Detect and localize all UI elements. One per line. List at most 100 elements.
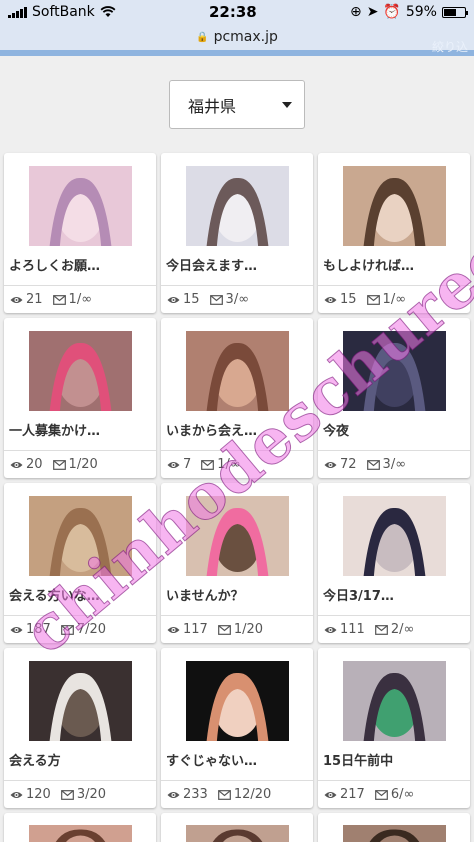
board-card[interactable]: もしよければ… 15 1/∞ — [318, 153, 470, 313]
profile-photo[interactable] — [343, 166, 446, 246]
view-count: 120 — [10, 787, 51, 802]
eye-icon — [167, 461, 180, 468]
profile-photo[interactable] — [186, 825, 289, 842]
mail-count-value: 1/∞ — [68, 292, 93, 307]
mail-icon — [60, 789, 74, 800]
eye-icon — [324, 461, 337, 468]
profile-photo[interactable] — [343, 496, 446, 576]
board-card[interactable]: いまから会え… 7 1/∞ — [161, 318, 313, 478]
board-card[interactable]: 15日午前中 217 6/∞ — [318, 648, 470, 808]
card-divider — [318, 615, 470, 616]
mail-count: 3/20 — [60, 787, 107, 802]
alarm-icon: ⏰ — [383, 4, 401, 20]
card-divider — [318, 285, 470, 286]
board-card[interactable]: 会える方いな… 187 7/20 — [4, 483, 156, 643]
card-stats: 187 7/20 — [10, 622, 106, 637]
board-card[interactable]: いませんか？ 117 1/20 — [161, 483, 313, 643]
mail-icon — [366, 459, 380, 470]
board-card[interactable]: 一人募集かけ… 20 1/20 — [4, 318, 156, 478]
mail-count-value: 1/20 — [68, 457, 98, 472]
profile-photo[interactable] — [29, 166, 132, 246]
address-domain: pcmax.jp — [213, 29, 278, 45]
board-card[interactable] — [318, 813, 470, 842]
view-count-value: 20 — [26, 457, 43, 472]
profile-photo[interactable] — [29, 661, 132, 741]
eye-icon — [324, 791, 337, 798]
view-count-value: 7 — [183, 457, 192, 472]
view-count: 15 — [167, 292, 200, 307]
mail-count: 2/∞ — [374, 622, 415, 637]
view-count: 21 — [10, 292, 43, 307]
battery-percent: 59% — [405, 4, 437, 20]
card-stats: 15 1/∞ — [324, 292, 406, 307]
board-card[interactable]: よろしくお願… 21 1/∞ — [4, 153, 156, 313]
profile-photo[interactable] — [29, 825, 132, 842]
card-stats: 20 1/20 — [10, 457, 98, 472]
card-divider — [161, 285, 313, 286]
mail-count-value: 12/20 — [233, 787, 272, 802]
prefecture-value: 福井県 — [188, 96, 237, 116]
eye-icon — [324, 626, 337, 633]
mail-count: 1/20 — [52, 457, 98, 472]
post-title: 今夜 — [323, 424, 350, 439]
mail-icon — [60, 624, 74, 635]
profile-photo[interactable] — [343, 331, 446, 411]
profile-photo[interactable] — [186, 166, 289, 246]
mail-count-value: 3/20 — [76, 787, 107, 802]
view-count-value: 117 — [183, 622, 208, 637]
mail-icon — [217, 789, 231, 800]
eye-icon — [10, 791, 23, 798]
board-card[interactable]: 今日会えます… 15 3/∞ — [161, 153, 313, 313]
view-count: 20 — [10, 457, 43, 472]
board-card[interactable]: すぐじゃない… 233 12/20 — [161, 648, 313, 808]
view-count-value: 15 — [183, 292, 200, 307]
status-left: SoftBank — [8, 4, 116, 20]
post-title: いまから会え… — [166, 424, 258, 439]
filter-link[interactable]: 絞り込 — [432, 38, 468, 55]
profile-photo[interactable] — [186, 661, 289, 741]
mail-icon — [52, 459, 66, 470]
board-card[interactable]: 会える方 120 3/20 — [4, 648, 156, 808]
mail-icon — [366, 294, 380, 305]
eye-icon — [167, 296, 180, 303]
wifi-icon — [100, 6, 116, 17]
mail-count: 1/20 — [217, 622, 263, 637]
post-title: 会える方 — [9, 754, 61, 769]
post-title: 15日午前中 — [323, 754, 394, 769]
carrier-name: SoftBank — [32, 4, 95, 20]
card-divider — [4, 615, 156, 616]
board-card[interactable] — [4, 813, 156, 842]
profile-photo[interactable] — [29, 496, 132, 576]
profile-photo[interactable] — [29, 331, 132, 411]
board-card[interactable]: 今夜 72 3/∞ — [318, 318, 470, 478]
address-bar[interactable]: 🔒 pcmax.jp — [0, 24, 474, 50]
profile-photo[interactable] — [186, 496, 289, 576]
mail-count-value: 2/∞ — [390, 622, 415, 637]
post-title: すぐじゃない… — [166, 754, 258, 769]
card-divider — [161, 450, 313, 451]
profile-photo[interactable] — [186, 331, 289, 411]
post-title: 今日3/17… — [323, 589, 394, 604]
view-count-value: 187 — [26, 622, 51, 637]
view-count: 187 — [10, 622, 51, 637]
card-divider — [4, 450, 156, 451]
profile-photo[interactable] — [343, 825, 446, 842]
card-stats: 120 3/20 — [10, 787, 106, 802]
rotation-lock-icon: ⊕ — [349, 4, 362, 20]
mail-count-value: 1/∞ — [217, 457, 241, 472]
view-count-value: 111 — [340, 622, 365, 637]
board-card[interactable]: 今日3/17… 111 2/∞ — [318, 483, 470, 643]
post-title: よろしくお願… — [9, 259, 101, 274]
prefecture-select[interactable]: 福井県 — [169, 80, 305, 129]
view-count-value: 217 — [340, 787, 365, 802]
card-stats: 15 3/∞ — [167, 292, 249, 307]
eye-icon — [10, 461, 23, 468]
post-title: いませんか？ — [166, 589, 244, 604]
card-stats: 217 6/∞ — [324, 787, 414, 802]
profile-photo[interactable] — [343, 661, 446, 741]
status-right: ⊕ ➤ ⏰ 59% — [349, 4, 468, 20]
view-count: 15 — [324, 292, 357, 307]
board-card[interactable] — [161, 813, 313, 842]
view-count: 7 — [167, 457, 191, 472]
post-title: 一人募集かけ… — [9, 424, 101, 439]
